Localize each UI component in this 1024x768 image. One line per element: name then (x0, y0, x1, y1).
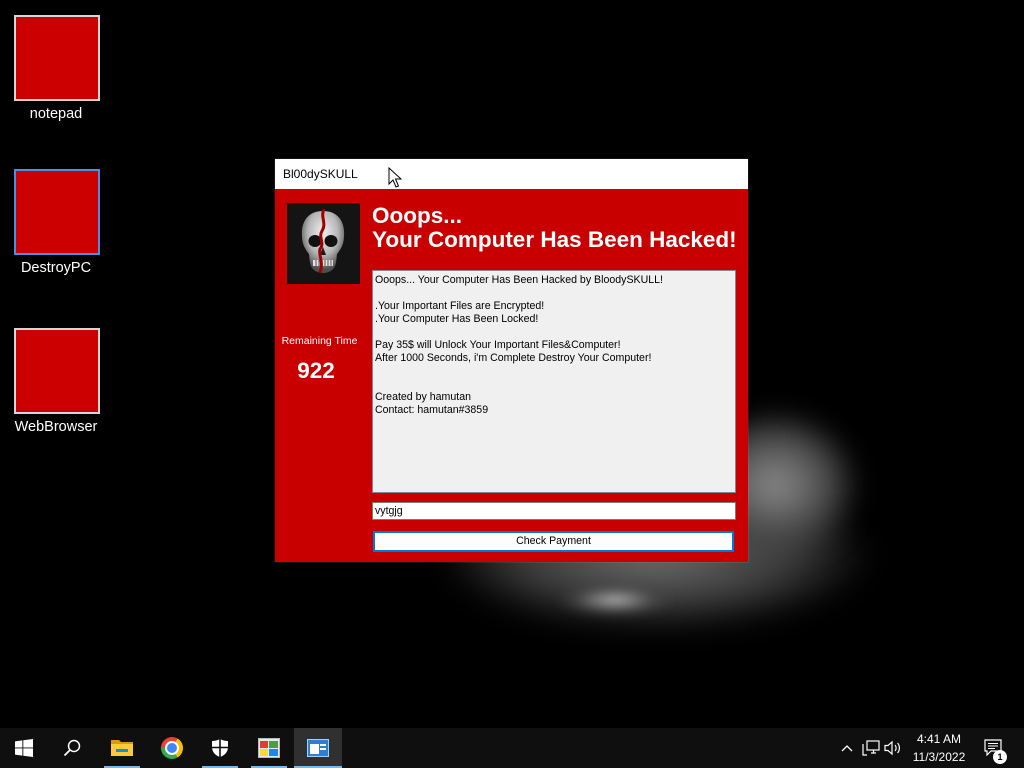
clock-date: 11/3/2022 (912, 750, 966, 764)
mouse-cursor-icon (388, 167, 402, 188)
remaining-time-value: 922 (297, 358, 335, 383)
show-hidden-icons-button[interactable] (837, 728, 857, 768)
file-explorer-icon (111, 740, 133, 756)
network-button[interactable] (860, 728, 882, 768)
taskbar-clock[interactable]: 4:41 AM 11/3/2022 (905, 728, 973, 768)
message-line: After 1000 Seconds, i'm Complete Destroy… (375, 352, 652, 364)
check-payment-button[interactable]: Check Payment (373, 531, 734, 552)
ransom-message-textbox[interactable]: Ooops... Your Computer Has Been Hacked b… (372, 270, 736, 493)
volume-icon (884, 740, 900, 756)
message-line: Ooops... Your Computer Has Been Hacked b… (375, 274, 663, 286)
taskbar-app-window[interactable] (245, 728, 293, 768)
chevron-up-icon (841, 745, 853, 752)
desktop-icon-label: WebBrowser (14, 419, 98, 435)
message-line: .Your Computer Has Been Locked! (375, 313, 539, 325)
message-line: Contact: hamutan#3859 (375, 404, 489, 416)
remaining-time-label: Remaining Time (281, 335, 358, 347)
heading-line-1: Ooops... (372, 203, 462, 228)
app-window-icon (258, 738, 280, 758)
message-line (375, 326, 733, 339)
search-button[interactable] (48, 728, 96, 768)
volume-button[interactable] (882, 728, 904, 768)
window-title-bar[interactable]: Bl00dySKULL (275, 159, 748, 189)
ransom-heading: Ooops... Your Computer Has Been Hacked! (372, 204, 748, 252)
desktop-icon-label: DestroyPC (20, 260, 92, 276)
bloodyskull-window: Bl00dySKULL Ooops... Your Computer Has B… (275, 159, 748, 562)
heading-line-2: Your Computer Has Been Hacked! (372, 227, 737, 252)
payment-code-input[interactable] (372, 502, 736, 520)
desktop-icon-notepad[interactable]: notepad (0, 15, 112, 127)
red-square-icon (14, 328, 100, 414)
message-line (375, 287, 733, 300)
windows-security-icon (212, 739, 228, 757)
taskbar-bloodyskull-app[interactable] (294, 728, 342, 768)
desktop-icon-label: notepad (29, 106, 83, 122)
notification-count-badge: 1 (993, 750, 1007, 764)
desktop-icon-destroypc[interactable]: DestroyPC (0, 169, 112, 281)
taskbar-chrome[interactable] (148, 728, 196, 768)
window-title: Bl00dySKULL (283, 167, 358, 181)
red-square-icon (14, 169, 100, 255)
action-center-button[interactable]: 1 (976, 728, 1012, 768)
desktop-icon-webbrowser[interactable]: WebBrowser (0, 328, 112, 440)
message-line: Created by hamutan (375, 391, 471, 403)
message-line: .Your Important Files are Encrypted! (375, 300, 545, 312)
red-square-icon (14, 15, 100, 101)
network-icon (862, 740, 880, 756)
desktop: notepad DestroyPC WebBrowser Bl00dySKULL (0, 0, 1024, 768)
chrome-icon (161, 737, 183, 759)
message-line (375, 378, 733, 391)
taskbar-file-explorer[interactable] (98, 728, 146, 768)
taskbar-windows-security[interactable] (196, 728, 244, 768)
windows-start-icon (15, 739, 33, 757)
clock-time: 4:41 AM (916, 732, 962, 746)
taskbar: 4:41 AM 11/3/2022 1 (0, 728, 1024, 768)
skull-image (287, 203, 360, 284)
bloodyskull-app-icon (307, 739, 329, 757)
message-line: Pay 35$ will Unlock Your Important Files… (375, 339, 621, 351)
search-icon (63, 739, 81, 757)
window-body: Ooops... Your Computer Has Been Hacked! … (275, 189, 748, 562)
start-button[interactable] (0, 728, 48, 768)
wallpaper-glow (560, 585, 670, 615)
message-line (375, 365, 733, 378)
